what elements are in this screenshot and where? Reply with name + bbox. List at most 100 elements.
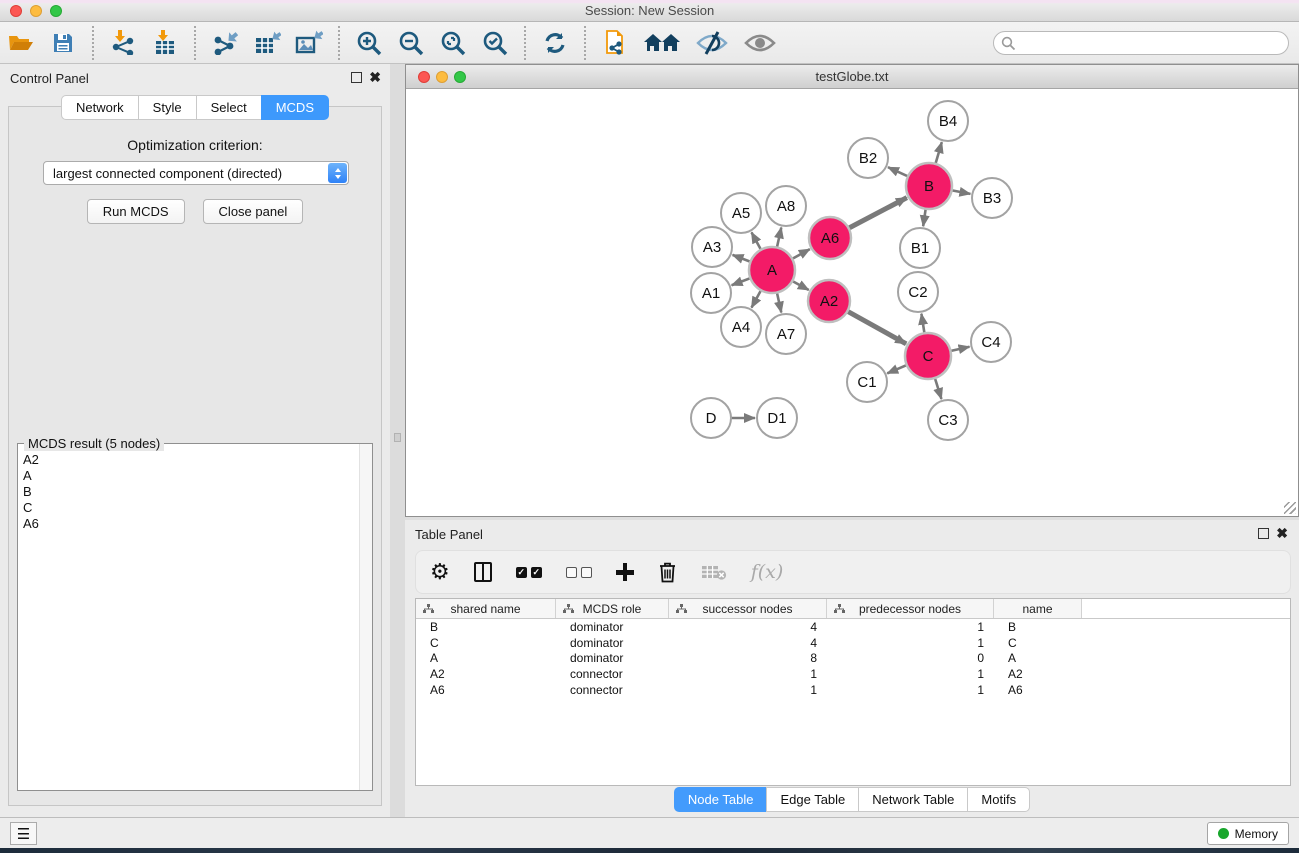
table-cell[interactable]: A xyxy=(994,651,1082,665)
graph-node-label: C xyxy=(923,348,934,365)
export-table-button[interactable] xyxy=(252,27,282,59)
result-list-item[interactable]: A xyxy=(20,468,356,484)
table-cell[interactable]: 1 xyxy=(669,683,827,697)
table-row[interactable]: Cdominator41C xyxy=(416,635,1290,651)
table-row[interactable]: A6connector11A6 xyxy=(416,682,1290,698)
memory-status-icon xyxy=(1218,828,1229,839)
result-scrollbar[interactable] xyxy=(359,444,372,790)
session-title: Session: New Session xyxy=(0,3,1299,18)
tab-select[interactable]: Select xyxy=(196,95,261,120)
table-cell[interactable]: C xyxy=(416,636,556,650)
column-header[interactable]: name xyxy=(994,599,1082,618)
control-panel-tabs: Network Style Select MCDS xyxy=(0,95,390,120)
tab-network[interactable]: Network xyxy=(61,95,138,120)
table-cell[interactable]: A2 xyxy=(416,667,556,681)
result-list-item[interactable]: A2 xyxy=(20,452,356,468)
table-cell[interactable]: 0 xyxy=(827,651,994,665)
table-row[interactable]: Bdominator41B xyxy=(416,619,1290,635)
table-cell[interactable]: 1 xyxy=(827,636,994,650)
table-row[interactable]: A2connector11A2 xyxy=(416,666,1290,682)
hide-selected-button[interactable] xyxy=(694,27,730,59)
select-all-button[interactable]: ✓✓ xyxy=(516,557,542,587)
search-input[interactable] xyxy=(1020,33,1280,53)
first-neighbors-button[interactable] xyxy=(642,27,682,59)
tab-motifs[interactable]: Motifs xyxy=(967,787,1030,812)
result-list-item[interactable]: A6 xyxy=(20,516,356,532)
refresh-icon xyxy=(543,31,567,55)
zoom-in-button[interactable] xyxy=(354,27,384,59)
table-row[interactable]: Adominator80A xyxy=(416,651,1290,667)
network-canvas[interactable]: B4B2BB3A5A8A6A3B1AA1C2A2A4A7C4CC1DD1C3 xyxy=(406,89,1298,516)
tab-style[interactable]: Style xyxy=(138,95,196,120)
column-header[interactable]: shared name xyxy=(416,599,556,618)
list-icon: ☰ xyxy=(17,825,30,843)
close-panel-icon[interactable]: ✖ xyxy=(1276,525,1288,542)
table-cell[interactable]: B xyxy=(416,620,556,634)
close-panel-icon[interactable]: ✖ xyxy=(369,69,381,86)
table-cell[interactable]: A6 xyxy=(416,683,556,697)
graph-node-label: A xyxy=(767,262,777,279)
table-cell[interactable]: A xyxy=(416,651,556,665)
column-header[interactable]: successor nodes xyxy=(669,599,827,618)
column-view-button[interactable] xyxy=(474,557,492,587)
zoom-fit-button[interactable] xyxy=(438,27,468,59)
network-window-title: testGlobe.txt xyxy=(406,69,1298,84)
result-list-item[interactable]: B xyxy=(20,484,356,500)
vertical-splitter[interactable] xyxy=(390,64,405,817)
show-all-button[interactable] xyxy=(742,27,778,59)
table-tabs: Node Table Edge Table Network Table Moti… xyxy=(405,787,1299,812)
new-network-from-file-button[interactable] xyxy=(600,27,630,59)
zoom-out-button[interactable] xyxy=(396,27,426,59)
table-cell[interactable]: dominator xyxy=(556,651,669,665)
table-cell[interactable]: C xyxy=(994,636,1082,650)
select-stepper-icon xyxy=(328,163,347,183)
tab-network-table[interactable]: Network Table xyxy=(858,787,967,812)
network-window-titlebar[interactable]: testGlobe.txt xyxy=(406,65,1298,89)
table-cell[interactable]: 4 xyxy=(669,636,827,650)
table-cell[interactable]: dominator xyxy=(556,620,669,634)
tab-node-table[interactable]: Node Table xyxy=(674,787,767,812)
deselect-all-button[interactable] xyxy=(566,557,592,587)
show-panels-button[interactable]: ☰ xyxy=(10,822,37,845)
toolbar-separator xyxy=(338,26,340,60)
splitter-grip[interactable] xyxy=(394,433,401,442)
run-mcds-button[interactable]: Run MCDS xyxy=(87,199,185,224)
column-header[interactable]: MCDS role xyxy=(556,599,669,618)
table-cell[interactable]: A6 xyxy=(994,683,1082,697)
table-cell[interactable]: connector xyxy=(556,683,669,697)
float-panel-icon[interactable] xyxy=(351,72,362,83)
control-panel: Control Panel ✖ Network Style Select MCD… xyxy=(0,64,390,817)
zoom-selected-button[interactable] xyxy=(480,27,510,59)
memory-button[interactable]: Memory xyxy=(1207,822,1289,845)
float-panel-icon[interactable] xyxy=(1258,528,1269,539)
column-header[interactable]: predecessor nodes xyxy=(827,599,994,618)
criterion-select[interactable]: largest connected component (directed) xyxy=(43,161,349,185)
create-column-button[interactable] xyxy=(616,557,634,587)
import-network-button[interactable] xyxy=(108,27,138,59)
tab-mcds[interactable]: MCDS xyxy=(261,95,329,120)
table-cell[interactable]: B xyxy=(994,620,1082,634)
table-cell[interactable]: 1 xyxy=(827,620,994,634)
table-cell[interactable]: 8 xyxy=(669,651,827,665)
tab-edge-table[interactable]: Edge Table xyxy=(766,787,858,812)
refresh-button[interactable] xyxy=(540,27,570,59)
table-cell[interactable]: 4 xyxy=(669,620,827,634)
table-cell[interactable]: 1 xyxy=(669,667,827,681)
open-session-button[interactable] xyxy=(6,27,36,59)
export-network-button[interactable] xyxy=(210,27,240,59)
table-cell[interactable]: 1 xyxy=(827,683,994,697)
close-panel-button[interactable]: Close panel xyxy=(203,199,304,224)
result-list-item[interactable]: C xyxy=(20,500,356,516)
graph-node-label: A7 xyxy=(777,326,795,343)
table-cell[interactable]: dominator xyxy=(556,636,669,650)
graph-node-label: B3 xyxy=(983,190,1001,207)
export-image-button[interactable] xyxy=(294,27,324,59)
table-cell[interactable]: connector xyxy=(556,667,669,681)
table-settings-button[interactable]: ⚙ xyxy=(430,557,450,587)
table-cell[interactable]: A2 xyxy=(994,667,1082,681)
table-cell[interactable]: 1 xyxy=(827,667,994,681)
save-session-button[interactable] xyxy=(48,27,78,59)
import-table-button[interactable] xyxy=(150,27,180,59)
window-resize-grip[interactable] xyxy=(1284,502,1296,514)
delete-columns-button[interactable] xyxy=(658,557,677,587)
